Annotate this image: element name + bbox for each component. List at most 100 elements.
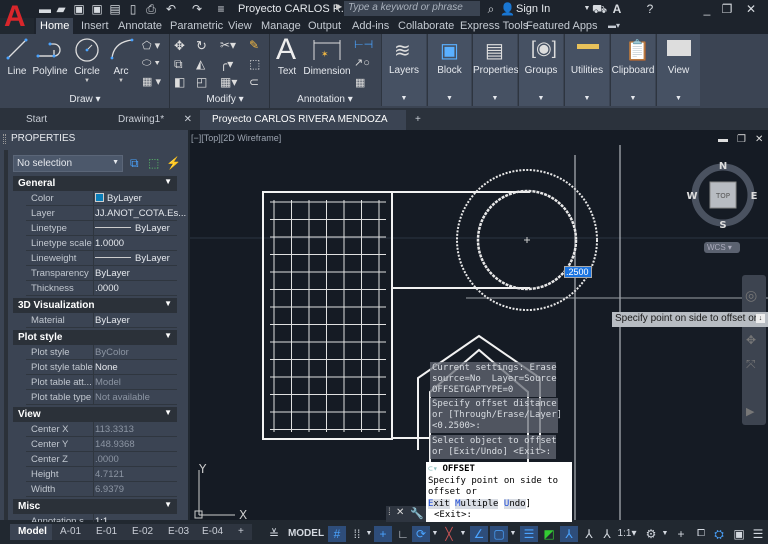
- property-value[interactable]: JJ.ANOT_COTA.Es...: [95, 208, 186, 219]
- section-viz[interactable]: 3D Visualization ▼: [13, 298, 177, 313]
- collapse-icon[interactable]: ▼: [164, 408, 172, 417]
- object-snap-tracking-icon[interactable]: ∠: [470, 526, 488, 542]
- dynamic-input-field[interactable]: .2500: [564, 266, 592, 278]
- section-plot[interactable]: Plot style ▼: [13, 330, 177, 345]
- status-menu-icon[interactable]: ≚: [268, 526, 280, 542]
- properties-button[interactable]: ▤ Properties ▼: [472, 34, 519, 106]
- modify-panel-title[interactable]: Modify ▾: [190, 94, 260, 105]
- help-icon[interactable]: ?: [643, 2, 657, 16]
- block-button[interactable]: ▣ Block ▼: [427, 34, 471, 106]
- text-button[interactable]: Text: [274, 66, 300, 77]
- collapse-icon[interactable]: ▼: [164, 500, 172, 509]
- doc-tab-start[interactable]: Start: [14, 110, 104, 130]
- compass-n[interactable]: N: [719, 161, 727, 172]
- hatch-icon[interactable]: ▦ ▾: [142, 75, 161, 88]
- open-icon[interactable]: ▰: [54, 2, 68, 16]
- compass-e[interactable]: E: [751, 191, 758, 202]
- compass-s[interactable]: S: [719, 220, 726, 231]
- option-exit[interactable]: Exit: [428, 498, 450, 509]
- command-grip-icon[interactable]: ⁞: [388, 507, 391, 518]
- property-value[interactable]: 4.7121: [95, 469, 124, 480]
- model-space-toggle[interactable]: MODEL: [286, 526, 326, 542]
- quick-select-icon[interactable]: ⚡: [166, 156, 181, 170]
- groups-button[interactable]: [◉] Groups ▼: [518, 34, 563, 106]
- isodraft-icon[interactable]: ╳: [440, 526, 458, 542]
- polar-tracking-icon[interactable]: ⟳: [412, 526, 430, 542]
- layout-tab-e-02[interactable]: E-02: [124, 524, 162, 540]
- tab-add-ins[interactable]: Add-ins: [348, 18, 393, 34]
- layout-tab-e-04[interactable]: E-04: [194, 524, 232, 540]
- tab-view[interactable]: View: [224, 18, 256, 34]
- tab-featured-apps[interactable]: Featured Apps: [522, 18, 602, 34]
- draw-panel-title[interactable]: Draw ▾: [50, 94, 120, 105]
- layout-tab-model[interactable]: Model: [10, 524, 55, 540]
- property-value[interactable]: ByLayer: [95, 253, 170, 264]
- property-value[interactable]: 148.9368: [95, 439, 135, 450]
- rotate-icon[interactable]: ↻: [196, 38, 207, 54]
- command-close-icon[interactable]: ✕: [396, 507, 404, 518]
- property-value[interactable]: ByLayer: [95, 223, 170, 234]
- infer-constraints-icon[interactable]: +: [374, 526, 392, 542]
- collapse-icon[interactable]: ▼: [164, 299, 172, 308]
- annotation-monitor-icon[interactable]: +: [672, 526, 690, 542]
- autodesk-app-store-icon[interactable]: ⛟: [592, 2, 607, 16]
- plot-icon[interactable]: ⎙: [144, 2, 158, 16]
- redo-icon[interactable]: ↷: [190, 2, 204, 16]
- option-multiple[interactable]: Multiple: [455, 498, 499, 509]
- search-icon[interactable]: ⌕: [484, 2, 498, 16]
- tooltip-arrow-icon[interactable]: ↓: [756, 314, 765, 323]
- section-view[interactable]: View ▼: [13, 407, 177, 422]
- lineweight-icon[interactable]: ☰: [520, 526, 538, 542]
- properties-title[interactable]: PROPERTIES: [0, 130, 186, 146]
- palette-grip-icon[interactable]: [3, 134, 6, 144]
- property-row[interactable]: Linetype scale 1.0000: [26, 236, 177, 251]
- property-row[interactable]: Lineweight ByLayer: [26, 251, 177, 266]
- property-row[interactable]: Height 4.7121: [26, 467, 177, 482]
- text-icon[interactable]: A: [276, 34, 296, 66]
- customization-menu-icon[interactable]: ☰: [750, 526, 766, 542]
- doc-tab-drawing1[interactable]: Drawing1* ✕: [106, 110, 198, 130]
- compass-w[interactable]: W: [686, 191, 697, 202]
- transparency-icon[interactable]: ◩: [540, 526, 558, 542]
- leader-icon[interactable]: ↗○: [354, 56, 370, 69]
- zoom-extents-icon[interactable]: ⤧: [746, 357, 756, 372]
- circle-icon[interactable]: [74, 37, 100, 63]
- property-value[interactable]: 113.3313: [95, 424, 134, 435]
- property-value[interactable]: .0000: [95, 454, 119, 465]
- expand-arrow-icon[interactable]: ▶: [336, 2, 342, 11]
- line-icon[interactable]: [6, 38, 28, 60]
- property-value[interactable]: ByLayer: [95, 193, 142, 204]
- clipboard-button[interactable]: 📋 Clipboard ▼: [610, 34, 655, 106]
- annotation-visibility-icon[interactable]: ⅄: [560, 526, 578, 542]
- viewcube-top-face[interactable]: TOP: [715, 192, 730, 200]
- osnap-dropdown-icon[interactable]: ▼: [508, 526, 518, 542]
- tab-insert[interactable]: Insert: [77, 18, 113, 34]
- ellipse-icon[interactable]: ⬭ ▾: [142, 57, 160, 70]
- trim-icon[interactable]: ✂▾: [220, 38, 236, 52]
- tab-collaborate[interactable]: Collaborate: [394, 18, 458, 34]
- collapse-icon[interactable]: ▼: [164, 331, 172, 340]
- circle-dropdown-icon[interactable]: ▼: [84, 78, 90, 84]
- new-icon[interactable]: ▬: [38, 2, 52, 16]
- showmotion-icon[interactable]: ▶: [746, 405, 754, 418]
- doc-tab-proyecto[interactable]: Proyecto CARLOS RIVERA MENDOZA Rv7.1*✕: [200, 110, 406, 145]
- wcs-menu[interactable]: WCS ▾: [704, 242, 740, 253]
- auto-scale-icon[interactable]: ⅄: [580, 526, 598, 542]
- customize-qat-icon[interactable]: ≡: [214, 2, 228, 16]
- property-row[interactable]: Plot style table None: [26, 360, 177, 375]
- polar-dropdown-icon[interactable]: ▼: [430, 526, 440, 542]
- arc-icon[interactable]: [110, 38, 134, 60]
- minimize-icon[interactable]: _: [700, 2, 714, 16]
- copy-icon[interactable]: ⧉: [174, 57, 183, 72]
- property-row[interactable]: Plot table type Not available: [26, 390, 177, 405]
- scale-icon[interactable]: ◰: [196, 75, 207, 89]
- tab-output[interactable]: Output: [304, 18, 345, 34]
- property-value[interactable]: Not available: [95, 392, 150, 403]
- layout-tab-e-03[interactable]: E-03: [160, 524, 198, 540]
- annotation-scale-value[interactable]: 1:1▾: [616, 526, 638, 542]
- ribbon-minimize-icon[interactable]: ▬▾: [604, 18, 624, 34]
- property-value[interactable]: 6.9379: [95, 484, 124, 495]
- annotation-scale-icon[interactable]: ⅄: [598, 526, 616, 542]
- viewcube[interactable]: TOP N S W E: [686, 160, 762, 234]
- workspace-dropdown-icon[interactable]: ▼: [660, 526, 670, 542]
